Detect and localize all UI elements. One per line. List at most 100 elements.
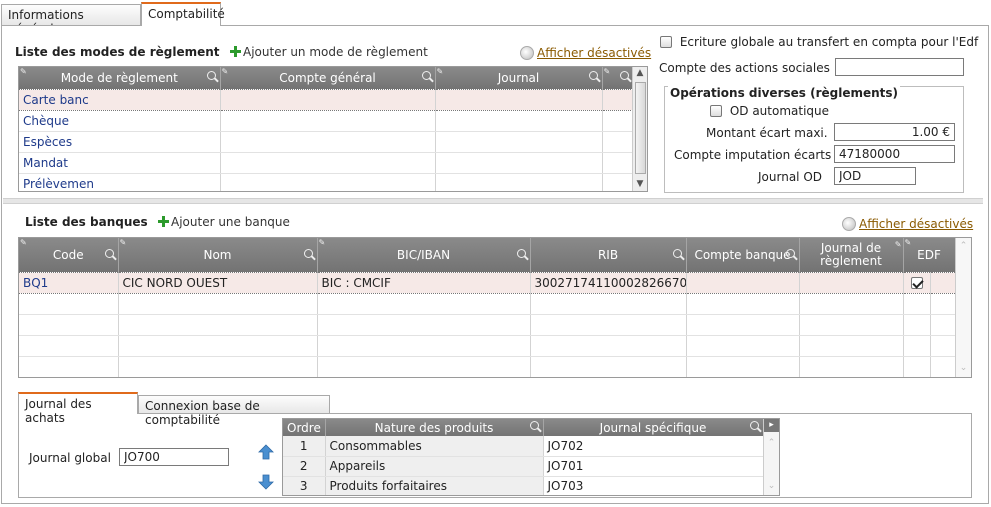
col-extra[interactable]: ✎ [602, 67, 634, 89]
tab-connexion-comptabilite[interactable]: Connexion base de comptabilité [138, 395, 330, 427]
journal-cell[interactable]: JO703 [543, 476, 764, 495]
table-cell [435, 110, 603, 132]
scroll-up-icon[interactable]: ⌃ [764, 437, 779, 450]
col-rib-label: RIB [597, 247, 619, 262]
global-transfer-option[interactable]: Ecriture globale au transfert en compta … [660, 35, 978, 49]
table-cell [602, 110, 634, 132]
col-ordre[interactable]: Ordre [283, 419, 326, 436]
col-ordre-label: Ordre [287, 420, 321, 435]
pin-icon: ✎ [436, 67, 444, 76]
bank-edf-cell[interactable] [903, 271, 931, 294]
scroll-down-icon[interactable]: ⌄ [764, 480, 779, 493]
move-down-icon[interactable] [258, 474, 274, 490]
journal-global-label: Journal global [29, 451, 111, 465]
products-scrollbar[interactable]: ▸ ⌃ ⌄ [763, 419, 779, 495]
social-account-input[interactable] [835, 58, 964, 76]
table-row [19, 293, 956, 315]
od-auto-option[interactable]: OD automatique [710, 104, 829, 118]
table-row[interactable]: 1 Consommables JO702 [283, 436, 764, 457]
panel-splitter[interactable] [3, 198, 983, 204]
col-nature[interactable]: Nature des produits [325, 419, 544, 436]
search-icon[interactable] [303, 249, 313, 258]
bank-code-cell[interactable]: BQ1 [19, 271, 119, 294]
mode-cell[interactable]: Chèque [19, 110, 221, 132]
table-row[interactable]: Espèces [19, 131, 634, 153]
tab-journal-achats[interactable]: Journal des achats [18, 392, 138, 425]
table-cell [220, 131, 436, 153]
scroll-up-icon[interactable]: ▲ [633, 67, 647, 80]
ordre-cell: 2 [283, 456, 326, 477]
scroll-thumb[interactable] [635, 82, 646, 174]
col-compte-general[interactable]: ✎ Compte général [220, 67, 436, 89]
table-row[interactable]: 3 Produits forfaitaires JO703 [283, 476, 764, 495]
search-icon[interactable] [785, 249, 795, 258]
banks-scrollbar[interactable]: ⌃ ⌄ [955, 238, 971, 377]
scroll-up-icon[interactable]: ⌃ [956, 240, 971, 253]
search-icon[interactable] [421, 71, 431, 80]
nature-cell: Appareils [325, 456, 544, 477]
scroll-down-icon[interactable]: ▼ [633, 178, 647, 191]
table-row[interactable]: Prélèvemen [19, 173, 634, 191]
toggle-icon [520, 46, 534, 60]
add-payment-mode-button[interactable]: Ajouter un mode de règlement [230, 45, 428, 59]
tab-informations-generales[interactable]: Informations générales [1, 4, 141, 36]
col-mode-reglement-label: Mode de règlement [60, 70, 178, 85]
modes-scrollbar[interactable]: ▲ ▼ [632, 67, 647, 191]
col-journal[interactable]: ✎ Journal [435, 67, 603, 89]
table-cell [602, 173, 634, 191]
table-row[interactable]: Mandat [19, 152, 634, 174]
modes-show-disabled[interactable]: Afficher désactivés [520, 46, 651, 60]
search-icon[interactable] [672, 249, 682, 258]
table-row[interactable]: BQ1 CIC NORD OUEST BIC : CMCIF 300271741… [19, 271, 956, 294]
journal-od-label: Journal OD [758, 170, 823, 184]
col-journal-reglement[interactable]: ✎ Journal de règlement [799, 238, 904, 272]
banks-show-disabled[interactable]: Afficher désactivés [842, 217, 973, 231]
col-compte-banque[interactable]: Compte banque [686, 238, 800, 272]
scroll-right-icon[interactable]: ▸ [764, 419, 779, 432]
table-row[interactable]: 2 Appareils JO701 [283, 456, 764, 477]
col-code[interactable]: ✎ Code [19, 238, 119, 272]
table-row[interactable]: Carte banc [19, 88, 634, 111]
table-cell [435, 152, 603, 174]
table-row [19, 356, 956, 377]
col-mode-reglement[interactable]: ✎ Mode de règlement [19, 67, 221, 89]
journal-cell[interactable]: JO701 [543, 456, 764, 477]
search-icon[interactable] [529, 421, 539, 430]
edf-checkbox[interactable] [910, 276, 923, 289]
search-icon[interactable] [588, 71, 598, 80]
col-bic-iban[interactable]: ✎ BIC/IBAN [317, 238, 531, 272]
add-bank-button[interactable]: Ajouter une banque [158, 215, 290, 229]
col-edf-label: EDF [917, 247, 941, 262]
mode-cell[interactable]: Prélèvemen [19, 173, 221, 191]
col-rib[interactable]: RIB [530, 238, 687, 272]
move-up-icon[interactable] [258, 444, 274, 460]
table-row [19, 314, 956, 336]
search-icon[interactable] [516, 249, 526, 258]
search-icon[interactable] [749, 421, 759, 430]
mode-cell[interactable]: Mandat [19, 152, 221, 174]
max-gap-input[interactable] [834, 123, 955, 141]
journal-od-input[interactable] [834, 167, 916, 185]
gap-account-input[interactable] [834, 145, 955, 163]
od-auto-checkbox[interactable] [710, 105, 722, 117]
search-icon[interactable] [619, 71, 629, 80]
scroll-down-icon[interactable]: ⌄ [956, 362, 971, 375]
modes-section-title: Liste des modes de règlement [15, 45, 220, 59]
mode-cell[interactable]: Carte banc [19, 88, 221, 111]
tab-comptabilite[interactable]: Comptabilité [141, 2, 225, 26]
search-icon[interactable] [206, 71, 216, 80]
products-table-wrapper: Ordre Nature des produits Journal spécif… [282, 418, 780, 496]
global-transfer-checkbox[interactable] [660, 36, 672, 48]
col-journal-specifique[interactable]: Journal spécifique [543, 419, 764, 436]
col-edf[interactable]: ✎ EDF [903, 238, 956, 272]
col-nom-label: Nom [203, 247, 232, 262]
mode-cell[interactable]: Espèces [19, 131, 221, 153]
nature-cell: Produits forfaitaires [325, 476, 544, 495]
journal-global-input[interactable] [119, 448, 229, 466]
journal-cell[interactable]: JO702 [543, 436, 764, 457]
table-row[interactable]: Chèque [19, 110, 634, 132]
col-nom[interactable]: ✎ Nom [118, 238, 318, 272]
search-icon[interactable] [104, 249, 114, 258]
banks-show-disabled-label: Afficher désactivés [859, 217, 974, 231]
col-code-label: Code [52, 247, 84, 262]
